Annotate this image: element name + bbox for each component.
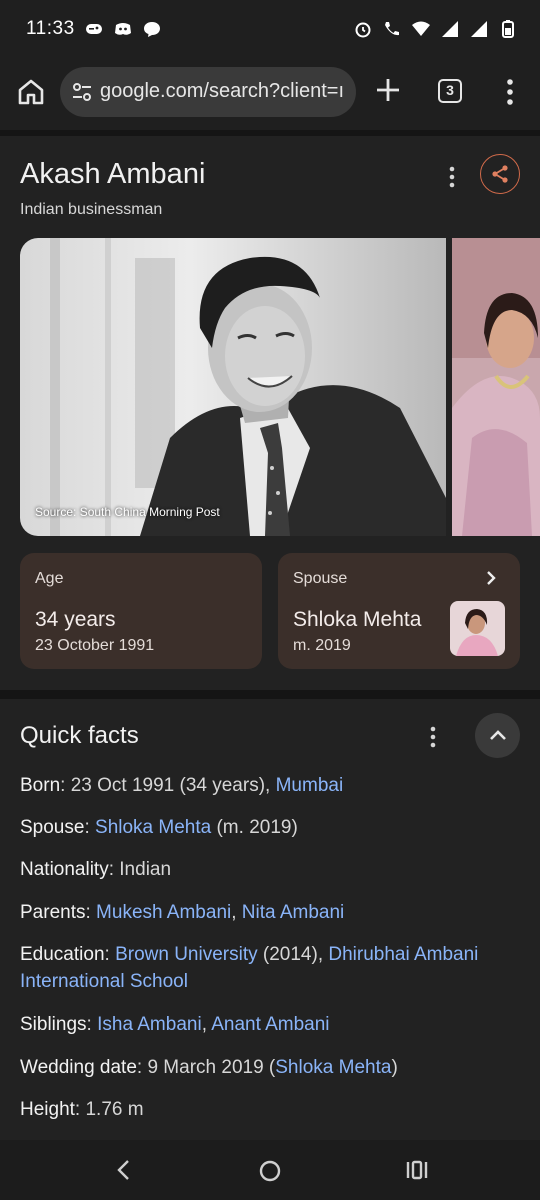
marriage-year: m. 2019	[293, 637, 351, 654]
recent-apps-icon[interactable]	[405, 1159, 429, 1181]
spouse-label: Spouse	[293, 570, 348, 587]
site-settings-icon[interactable]	[70, 80, 94, 104]
link-shloka-mehta[interactable]: Shloka Mehta	[95, 817, 211, 838]
link-mumbai[interactable]: Mumbai	[276, 775, 344, 796]
discord-icon	[115, 23, 131, 35]
chevron-up-icon	[490, 730, 506, 740]
fact-education: Education: Brown University (2014), Dhir…	[20, 944, 479, 992]
back-icon[interactable]	[114, 1159, 132, 1181]
age-card[interactable]: Age 34 years 23 October 1991	[20, 553, 262, 669]
signal-icon	[471, 21, 487, 37]
link-anant-ambani[interactable]: Anant Ambani	[211, 1014, 329, 1035]
url-text[interactable]: google.com/search?client=ı	[100, 80, 344, 103]
wifi-icon	[412, 21, 430, 36]
signal-icon	[442, 21, 458, 37]
age-value: 34 years	[35, 608, 116, 631]
status-bar: 11:33	[0, 0, 540, 60]
quick-facts-title: Quick facts	[20, 722, 139, 749]
chevron-right-icon	[487, 571, 496, 585]
fact-parents: Parents: Mukesh Ambani, Nita Ambani	[20, 902, 345, 923]
fact-height: Height: 1.76 m	[20, 1099, 144, 1120]
fact-nationality: Nationality: Indian	[20, 859, 172, 880]
system-nav-bar	[0, 1140, 540, 1200]
fact-born: Born: 23 Oct 1991 (34 years), Mumbai	[20, 775, 344, 796]
battery-icon	[502, 20, 514, 38]
more-options-icon[interactable]	[498, 76, 522, 108]
chat-bubble-icon	[144, 22, 160, 37]
home-nav-icon[interactable]	[258, 1159, 282, 1183]
new-tab-icon[interactable]	[374, 76, 402, 104]
address-bar[interactable]: google.com/search?client=ı	[60, 67, 356, 117]
status-time: 11:33	[26, 18, 75, 39]
browser-toolbar: google.com/search?client=ı 3	[0, 60, 540, 130]
age-label: Age	[35, 570, 64, 587]
spouse-name: Shloka Mehta	[293, 608, 422, 631]
entity-subtitle: Indian businessman	[20, 201, 163, 218]
alarm-icon	[355, 22, 371, 38]
home-icon[interactable]	[16, 77, 46, 107]
share-icon	[492, 165, 508, 183]
gamepad-icon	[86, 24, 102, 34]
link-mukesh-ambani[interactable]: Mukesh Ambani	[96, 902, 231, 923]
entity-photo[interactable]	[20, 238, 446, 536]
link-nita-ambani[interactable]: Nita Ambani	[242, 902, 344, 923]
collapse-button[interactable]	[475, 713, 520, 758]
tab-switcher-button[interactable]: 3	[438, 79, 462, 103]
link-isha-ambani[interactable]: Isha Ambani	[97, 1014, 202, 1035]
photo-caption: Source: South China Morning Post	[35, 505, 220, 519]
spouse-thumbnail	[450, 601, 505, 656]
quick-facts-menu-icon[interactable]	[421, 724, 445, 750]
panel-menu-icon[interactable]	[440, 164, 464, 190]
entity-title: Akash Ambani	[20, 158, 206, 190]
link-brown-university[interactable]: Brown University	[115, 944, 258, 965]
birth-date: 23 October 1991	[35, 637, 155, 654]
fact-wedding-date: Wedding date: 9 March 2019 (Shloka Mehta…	[20, 1057, 398, 1078]
fact-spouse: Spouse: Shloka Mehta (m. 2019)	[20, 817, 298, 838]
secondary-photo[interactable]	[452, 238, 540, 536]
spouse-card[interactable]: Spouse Shloka Mehta m. 2019	[278, 553, 520, 669]
share-button[interactable]	[480, 154, 520, 194]
link-shloka-mehta-wedding[interactable]: Shloka Mehta	[275, 1057, 391, 1078]
wifi-call-icon	[385, 22, 399, 36]
fact-siblings: Siblings: Isha Ambani, Anant Ambani	[20, 1014, 330, 1035]
